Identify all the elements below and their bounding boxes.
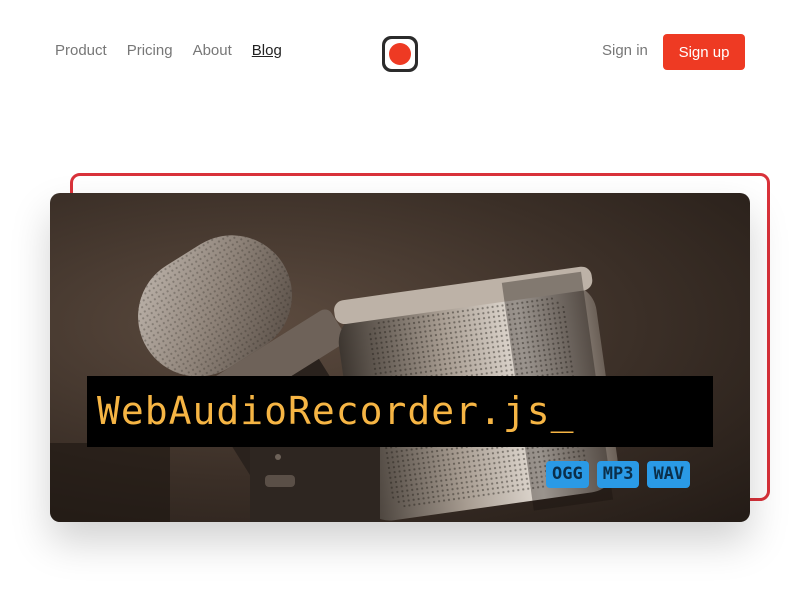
hero-title: WebAudioRecorder.js_ xyxy=(97,389,575,433)
format-badge-mp3: MP3 xyxy=(596,461,640,488)
nav-link-about[interactable]: About xyxy=(193,42,232,60)
sign-up-button[interactable]: Sign up xyxy=(663,34,745,70)
nav-link-product[interactable]: Product xyxy=(55,42,107,60)
nav-link-pricing[interactable]: Pricing xyxy=(127,42,173,60)
hero-title-box: WebAudioRecorder.js_ xyxy=(87,376,713,447)
format-badge-ogg: OGG xyxy=(546,461,589,488)
sign-in-link[interactable]: Sign in xyxy=(602,42,648,60)
format-badges: OGG MP3 WAV xyxy=(546,461,691,488)
record-icon[interactable] xyxy=(381,35,419,73)
format-badge-wav: WAV xyxy=(647,461,691,488)
top-nav: Product Pricing About Blog Sign in Sign … xyxy=(0,0,800,104)
nav-links: Product Pricing About Blog xyxy=(55,42,282,60)
nav-link-blog[interactable]: Blog xyxy=(252,42,282,60)
